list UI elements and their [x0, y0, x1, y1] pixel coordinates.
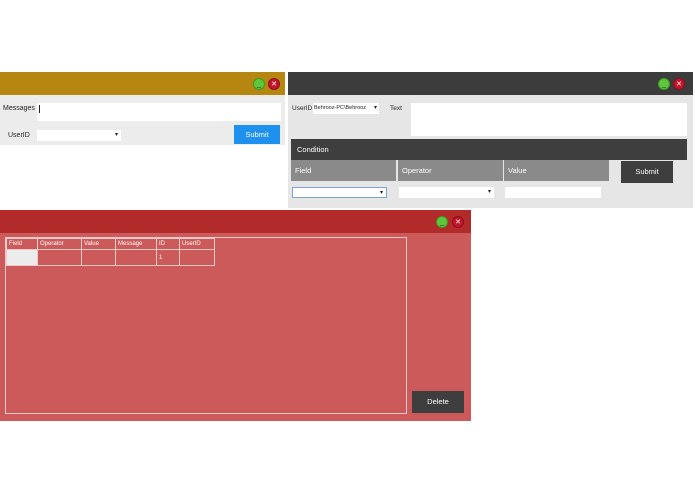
column-header-operator[interactable]: Operator	[37, 238, 82, 250]
messages-input[interactable]	[37, 103, 281, 121]
close-icon[interactable]: ✕	[673, 78, 685, 90]
table-cell[interactable]	[6, 249, 38, 266]
records-window: _ ✕ Field Operator Value Message ID User…	[0, 210, 471, 421]
messages-label: Messages	[3, 105, 35, 112]
submit-button[interactable]: Submit	[234, 125, 280, 144]
messages-window-titlebar[interactable]	[0, 72, 285, 95]
column-header-id[interactable]: ID	[156, 238, 180, 250]
chevron-down-icon[interactable]: ▾	[488, 188, 491, 195]
column-header-userid[interactable]: UserID	[179, 238, 215, 250]
messages-window: _ ✕ Messages UserID ▾ Submit	[0, 72, 285, 145]
delete-button[interactable]: Delete	[412, 391, 464, 413]
table-cell[interactable]: 1	[156, 249, 180, 266]
table-cell[interactable]	[37, 249, 82, 266]
submit-button[interactable]: Submit	[621, 161, 673, 183]
userid-select[interactable]: Behrooz-PC\Behrooz ▾	[313, 103, 379, 114]
table-cell[interactable]	[115, 249, 157, 266]
minimize-icon[interactable]: _	[436, 216, 448, 228]
chevron-down-icon[interactable]: ▾	[371, 103, 377, 114]
value-input[interactable]	[505, 187, 601, 198]
minimize-icon[interactable]: _	[253, 78, 265, 90]
query-window: _ ✕ UserID Behrooz-PC\Behrooz ▾ Text Con…	[288, 72, 693, 208]
table-cell[interactable]	[179, 249, 215, 266]
column-header-field[interactable]: Field	[6, 238, 38, 250]
close-icon[interactable]: ✕	[452, 216, 464, 228]
column-header-value[interactable]: Value	[81, 238, 116, 250]
userid-select[interactable]: ▾	[37, 130, 121, 141]
userid-label: UserID	[292, 105, 313, 112]
operator-select[interactable]: ▾	[399, 187, 494, 198]
field-column-header: Field	[291, 160, 396, 181]
text-caret	[39, 105, 40, 113]
condition-header: Condition	[291, 139, 687, 160]
chevron-down-icon[interactable]: ▾	[115, 131, 118, 138]
query-window-titlebar[interactable]	[288, 72, 693, 95]
userid-select-value: Behrooz-PC\Behrooz	[314, 105, 366, 111]
userid-label: UserID	[8, 132, 30, 139]
column-header-message[interactable]: Message	[115, 238, 157, 250]
text-label: Text	[390, 105, 402, 112]
text-input[interactable]	[411, 103, 687, 136]
table-cell[interactable]	[81, 249, 116, 266]
operator-column-header: Operator	[398, 160, 503, 181]
value-column-header: Value	[504, 160, 609, 181]
table-header-row: Field Operator Value Message ID UserID	[6, 238, 215, 250]
chevron-down-icon[interactable]: ▾	[380, 189, 383, 196]
records-table[interactable]: Field Operator Value Message ID UserID 1	[6, 238, 215, 266]
close-icon[interactable]: ✕	[268, 78, 280, 90]
minimize-icon[interactable]: _	[658, 78, 670, 90]
table-row[interactable]: 1	[6, 249, 215, 266]
field-select[interactable]: ▾	[292, 187, 387, 198]
records-window-titlebar[interactable]	[0, 210, 471, 233]
